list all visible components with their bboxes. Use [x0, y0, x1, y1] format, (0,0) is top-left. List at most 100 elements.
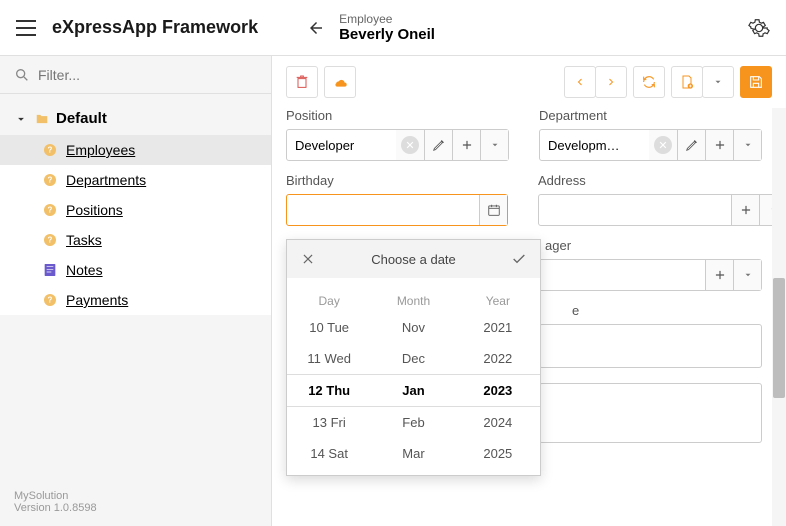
dp-col-value[interactable]: 11 Wed: [287, 343, 371, 374]
svg-text:?: ?: [48, 176, 53, 185]
nav-item-icon: ?: [42, 142, 58, 158]
address-input[interactable]: [539, 195, 731, 225]
position-clear[interactable]: ✕: [396, 130, 424, 160]
text-area-group: [539, 324, 762, 368]
birthday-calendar-button[interactable]: [479, 195, 507, 225]
next-button[interactable]: [595, 66, 627, 98]
svg-text:?: ?: [48, 146, 53, 155]
file-plus-icon: [679, 74, 695, 90]
reset-button[interactable]: [324, 66, 356, 98]
prev-button[interactable]: [564, 66, 596, 98]
gear-icon: [748, 17, 770, 39]
department-add[interactable]: [705, 130, 733, 160]
dp-col-value[interactable]: 2024: [456, 407, 540, 438]
dp-col-value[interactable]: 2025: [456, 438, 540, 469]
position-add[interactable]: [452, 130, 480, 160]
dp-col-value[interactable]: 14 Sat: [287, 438, 371, 469]
date-picker-close[interactable]: [299, 250, 317, 268]
header-subtitle: Employee: [339, 12, 435, 26]
sidebar-item-departments[interactable]: ?Departments: [0, 165, 271, 195]
dp-col-value[interactable]: 2023: [456, 374, 540, 407]
new-dropdown[interactable]: [702, 66, 734, 98]
folder-icon: [34, 112, 50, 126]
header-title: Beverly Oneil: [339, 26, 435, 43]
dp-col-value[interactable]: Dec: [371, 343, 455, 374]
position-input-group: Developer ✕: [286, 129, 509, 161]
arrow-left-icon: [307, 19, 325, 37]
department-dropdown[interactable]: [733, 130, 761, 160]
save-button[interactable]: [740, 66, 772, 98]
plus-icon: [713, 268, 727, 282]
filter-input[interactable]: [38, 67, 257, 83]
settings-button[interactable]: [748, 17, 770, 39]
dp-col-head: Day: [287, 284, 371, 312]
scrollbar-thumb[interactable]: [773, 278, 785, 398]
clear-icon: ✕: [654, 136, 672, 154]
dp-col-value[interactable]: Feb: [371, 407, 455, 438]
hamburger-icon[interactable]: [16, 20, 36, 36]
nav-item-icon: ?: [42, 232, 58, 248]
manager-add[interactable]: [705, 260, 733, 290]
dp-col-value[interactable]: Nov: [371, 312, 455, 343]
new-button[interactable]: [671, 66, 703, 98]
position-dropdown[interactable]: [480, 130, 508, 160]
position-edit[interactable]: [424, 130, 452, 160]
dp-col-value[interactable]: Jan: [371, 374, 455, 407]
caret-down-icon: [743, 270, 753, 280]
birthday-input-group: [286, 194, 508, 226]
sidebar-item-tasks[interactable]: ?Tasks: [0, 225, 271, 255]
app-title: eXpressApp Framework: [52, 17, 258, 38]
department-input-group: Developm… ✕: [539, 129, 762, 161]
date-picker-col-year[interactable]: Year20212022202320242025: [456, 284, 540, 469]
position-value[interactable]: Developer: [287, 130, 396, 160]
sidebar-item-label: Employees: [66, 142, 135, 158]
delete-button[interactable]: [286, 66, 318, 98]
date-picker-col-month[interactable]: MonthNovDecJanFebMar: [371, 284, 455, 469]
department-clear[interactable]: ✕: [649, 130, 677, 160]
svg-text:?: ?: [48, 206, 53, 215]
search-icon: [14, 67, 30, 83]
dp-col-value[interactable]: 2022: [456, 343, 540, 374]
address-add[interactable]: [731, 195, 759, 225]
trash-icon: [294, 74, 310, 90]
dp-col-value[interactable]: 10 Tue: [287, 312, 371, 343]
date-picker-confirm[interactable]: [510, 250, 528, 268]
date-picker-col-day[interactable]: Day10 Tue11 Wed12 Thu13 Fri14 Sat: [287, 284, 371, 469]
notes-area-group: [539, 383, 762, 443]
manager-dropdown[interactable]: [733, 260, 761, 290]
toolbar: [272, 56, 786, 108]
plus-icon: [713, 138, 727, 152]
dp-col-value[interactable]: 2021: [456, 312, 540, 343]
scrollbar[interactable]: [772, 108, 786, 526]
notes-area[interactable]: [540, 384, 761, 442]
dp-col-value[interactable]: Mar: [371, 438, 455, 469]
refresh-button[interactable]: [633, 66, 665, 98]
department-value[interactable]: Developm…: [540, 130, 649, 160]
dp-col-value[interactable]: 12 Thu: [287, 374, 371, 407]
clear-icon: ✕: [401, 136, 419, 154]
filter-box: [0, 56, 271, 94]
dp-col-head: Month: [371, 284, 455, 312]
nav-item-icon: ?: [42, 292, 58, 308]
caret-down-icon: [713, 77, 723, 87]
content-area: Position Developer ✕ Department Developm…: [272, 56, 786, 526]
sidebar-item-positions[interactable]: ? Positions: [0, 195, 271, 225]
chevron-right-icon: [605, 76, 617, 88]
sidebar-item-employees[interactable]: ? Employees: [0, 135, 271, 165]
dp-col-head: Year: [456, 284, 540, 312]
app-header: eXpressApp Framework Employee Beverly On…: [0, 0, 786, 56]
text-area[interactable]: [540, 325, 761, 367]
sidebar-item-label: Positions: [66, 202, 123, 218]
department-edit[interactable]: [677, 130, 705, 160]
dp-col-value[interactable]: 13 Fri: [287, 407, 371, 438]
sidebar-item-notes[interactable]: Notes: [0, 255, 271, 285]
save-icon: [748, 74, 764, 90]
e-label-partial: e: [539, 303, 762, 318]
birthday-input[interactable]: [287, 195, 479, 225]
refresh-icon: [641, 74, 657, 90]
nav-item-icon: ?: [42, 172, 58, 188]
back-button[interactable]: [303, 15, 329, 41]
sidebar-item-payments[interactable]: ?Payments: [0, 285, 271, 315]
manager-input[interactable]: [513, 260, 705, 290]
tree-section-default[interactable]: Default: [0, 102, 271, 135]
